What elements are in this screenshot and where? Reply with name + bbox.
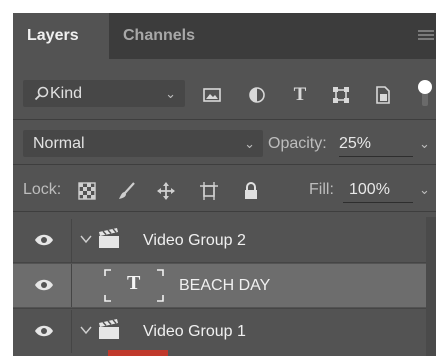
lock-transparent-pixels-icon[interactable] xyxy=(77,181,97,201)
layers-scrollbar[interactable] xyxy=(426,217,436,356)
image-filter-icon[interactable] xyxy=(202,85,222,105)
lock-row: Lock: Fill: 100% ⌄ xyxy=(13,170,436,210)
adjustment-filter-icon[interactable] xyxy=(247,85,267,105)
lock-image-pixels-icon[interactable] xyxy=(117,181,137,201)
layer-row-video-group-2[interactable]: Video Group 2 xyxy=(13,219,436,262)
fill-chevron-icon[interactable]: ⌄ xyxy=(419,182,430,198)
opacity-chevron-icon[interactable]: ⌄ xyxy=(419,136,430,152)
opacity-label: Opacity: xyxy=(268,135,327,152)
layer-row-beach-day[interactable]: T BEACH DAY xyxy=(13,264,436,307)
opacity-input[interactable]: 25% xyxy=(339,135,371,153)
visibility-column xyxy=(13,264,72,307)
layers-list: Video Group 2 T BEACH DAY Video Group 1 xyxy=(13,217,436,356)
search-icon xyxy=(33,85,51,103)
panel-menu-icon[interactable] xyxy=(418,30,434,40)
layer-name: Video Group 2 xyxy=(143,232,246,249)
tab-channels[interactable]: Channels xyxy=(109,13,209,59)
divider xyxy=(13,262,436,263)
chevron-down-icon: ⌄ xyxy=(244,136,255,151)
chevron-down-icon: ⌄ xyxy=(165,86,176,101)
type-filter-icon[interactable]: T xyxy=(290,85,310,105)
layers-panel: Layers Channels Kind ⌄ T Normal ⌄ Opacit… xyxy=(13,13,436,356)
layer-row-video-group-1[interactable]: Video Group 1 xyxy=(13,310,436,353)
chevron-down-icon[interactable] xyxy=(80,232,92,244)
video-group-icon xyxy=(97,319,121,340)
divider xyxy=(13,211,436,212)
fill-label: Fill: xyxy=(309,181,334,198)
layer-name: BEACH DAY xyxy=(179,277,271,294)
type-layer-thumbnail: T xyxy=(103,268,165,303)
clip-thumbnail xyxy=(108,350,168,356)
tab-layers[interactable]: Layers xyxy=(13,13,109,59)
filter-kind-select[interactable]: Kind ⌄ xyxy=(23,80,185,107)
divider xyxy=(13,164,436,165)
divider xyxy=(13,119,436,120)
video-group-icon xyxy=(97,228,121,249)
shape-filter-icon[interactable] xyxy=(331,85,351,105)
visibility-column xyxy=(13,310,72,353)
blend-row: Normal ⌄ Opacity: 25% ⌄ xyxy=(13,126,436,162)
filter-toggle-track xyxy=(422,92,428,106)
smart-object-filter-icon[interactable] xyxy=(373,85,393,105)
filter-kind-label: Kind xyxy=(50,85,83,102)
type-thumbnail-glyph: T xyxy=(127,272,141,294)
lock-position-icon[interactable] xyxy=(156,181,176,201)
visibility-column xyxy=(13,219,72,262)
fill-underline xyxy=(343,202,413,203)
opacity-underline xyxy=(339,156,413,157)
chevron-down-icon[interactable] xyxy=(80,323,92,335)
lock-all-icon[interactable] xyxy=(241,181,261,201)
filter-toggle-switch[interactable] xyxy=(418,80,432,94)
panel-tab-bar: Layers Channels xyxy=(13,13,436,59)
lock-label: Lock: xyxy=(23,181,62,198)
blend-mode-select[interactable]: Normal ⌄ xyxy=(23,130,263,157)
divider xyxy=(13,308,436,309)
blend-mode-value: Normal xyxy=(33,135,85,152)
eye-icon[interactable] xyxy=(34,278,54,292)
eye-icon[interactable] xyxy=(34,233,54,247)
layer-filter-row: Kind ⌄ T xyxy=(13,72,436,118)
eye-icon[interactable] xyxy=(34,324,54,338)
fill-input[interactable]: 100% xyxy=(349,181,390,199)
lock-artboard-icon[interactable] xyxy=(199,181,219,201)
layer-name: Video Group 1 xyxy=(143,323,246,340)
